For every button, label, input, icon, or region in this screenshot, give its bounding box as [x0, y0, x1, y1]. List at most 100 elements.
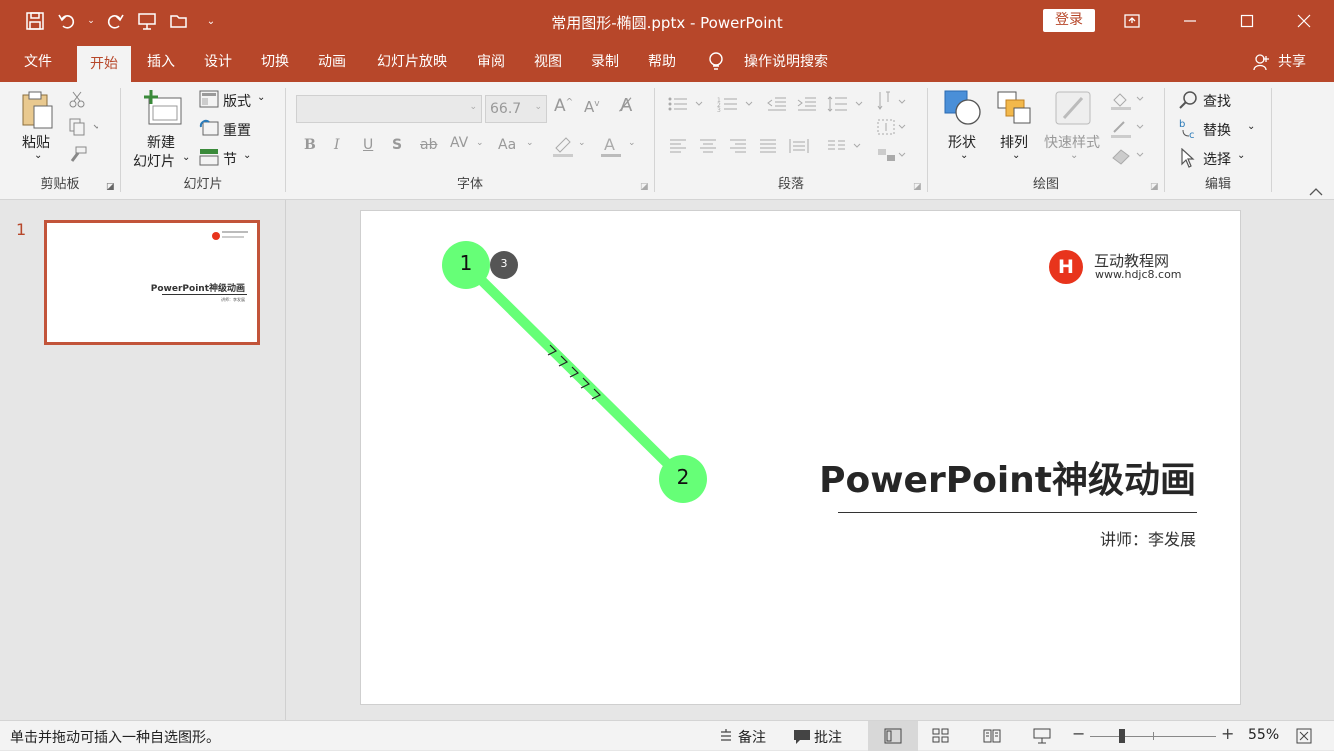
section-icon[interactable]: [199, 148, 219, 170]
justify-icon[interactable]: [759, 138, 777, 158]
tab-transitions[interactable]: 切换: [251, 42, 299, 82]
animation-order-badge[interactable]: 3: [490, 257, 518, 273]
columns-icon[interactable]: [827, 138, 863, 158]
zoom-level[interactable]: 55%: [1248, 727, 1279, 743]
zoom-in-button[interactable]: +: [1221, 724, 1234, 743]
increase-indent-icon[interactable]: [797, 96, 817, 116]
minimize-icon[interactable]: [1162, 0, 1218, 42]
quick-styles-icon[interactable]: [1054, 90, 1092, 130]
zoom-slider[interactable]: [1090, 729, 1216, 743]
tab-help[interactable]: 帮助: [638, 42, 686, 82]
ribbon-display-icon[interactable]: [1104, 0, 1160, 42]
font-color-icon[interactable]: A: [600, 134, 622, 162]
copy-icon[interactable]: [68, 118, 101, 140]
shapes-dropdown-icon[interactable]: ⌄: [960, 150, 968, 161]
arrange-icon[interactable]: [996, 90, 1034, 130]
maximize-icon[interactable]: [1219, 0, 1275, 42]
bullets-icon[interactable]: [667, 96, 703, 116]
distributed-icon[interactable]: [789, 138, 809, 158]
shapes-button[interactable]: 形状: [948, 132, 976, 152]
find-icon[interactable]: [1179, 90, 1199, 114]
paste-button[interactable]: 粘贴: [22, 132, 50, 152]
smartart-icon[interactable]: [877, 146, 907, 168]
font-color-dropdown-icon[interactable]: ⌄: [628, 138, 636, 148]
normal-view-button[interactable]: [868, 721, 918, 751]
reading-view-icon[interactable]: [983, 728, 1001, 748]
new-slide-label-2[interactable]: 幻灯片: [133, 151, 175, 171]
arrange-dropdown-icon[interactable]: ⌄: [1012, 150, 1020, 161]
select-button[interactable]: 选择: [1203, 149, 1231, 169]
arrange-button[interactable]: 排列: [1000, 132, 1028, 152]
shape-fill-icon[interactable]: [1110, 90, 1146, 114]
slide-canvas[interactable]: 1 2 3 H 互动教程网 www.hdjc8.com PowerPoint神级…: [360, 210, 1241, 705]
motion-start-marker[interactable]: 1: [442, 251, 490, 279]
font-name-combo[interactable]: ⌄: [296, 95, 482, 123]
comments-button[interactable]: 批注: [814, 727, 842, 747]
strikethrough-button[interactable]: ab: [420, 137, 437, 153]
new-slide-label-1[interactable]: 新建: [147, 132, 175, 152]
shadow-button[interactable]: S: [392, 137, 402, 153]
align-center-icon[interactable]: [699, 138, 717, 158]
underline-button[interactable]: U: [363, 137, 373, 153]
comments-icon[interactable]: [793, 729, 811, 749]
replace-button[interactable]: 替换: [1203, 120, 1231, 140]
grow-font-icon[interactable]: A^: [554, 96, 573, 116]
paragraph-launcher-icon[interactable]: ◪: [913, 182, 922, 192]
highlight-dropdown-icon[interactable]: ⌄: [578, 138, 586, 148]
numbering-icon[interactable]: 123: [717, 96, 753, 116]
tab-home[interactable]: 开始: [77, 46, 131, 82]
slide-thumbnail[interactable]: PowerPoint神级动画 讲师：李发展: [44, 220, 260, 345]
drawing-launcher-icon[interactable]: ◪: [1150, 182, 1159, 192]
motion-end-marker[interactable]: 2: [659, 465, 707, 493]
align-left-icon[interactable]: [669, 138, 687, 158]
replace-dropdown-icon[interactable]: ⌄: [1247, 121, 1255, 132]
collapse-ribbon-icon[interactable]: [1309, 182, 1323, 201]
font-launcher-icon[interactable]: ◪: [640, 182, 649, 192]
paste-icon[interactable]: [20, 90, 56, 138]
tab-design[interactable]: 设计: [194, 42, 242, 82]
reset-button[interactable]: 重置: [223, 120, 251, 140]
shapes-icon[interactable]: [944, 90, 982, 130]
shape-effects-icon[interactable]: [1110, 146, 1146, 170]
close-icon[interactable]: [1276, 0, 1332, 42]
tab-record[interactable]: 录制: [581, 42, 629, 82]
find-button[interactable]: 查找: [1203, 91, 1231, 111]
line-spacing-icon[interactable]: [827, 96, 863, 116]
fit-to-window-icon[interactable]: [1296, 728, 1312, 748]
slide-title[interactable]: PowerPoint神级动画: [819, 451, 1196, 503]
italic-button[interactable]: I: [334, 137, 340, 153]
login-button[interactable]: 登录: [1043, 9, 1095, 32]
zoom-out-button[interactable]: −: [1072, 724, 1085, 743]
change-case-dropdown-icon[interactable]: ⌄: [526, 138, 534, 148]
clear-format-icon[interactable]: A̸: [620, 95, 632, 116]
char-spacing-dropdown-icon[interactable]: ⌄: [476, 138, 484, 148]
cut-icon[interactable]: [68, 90, 86, 112]
layout-icon[interactable]: [199, 90, 219, 112]
slideshow-view-icon[interactable]: [1033, 728, 1051, 748]
tab-view[interactable]: 视图: [524, 42, 572, 82]
bold-button[interactable]: B: [304, 137, 316, 153]
replace-icon[interactable]: bc: [1179, 118, 1201, 144]
tab-animations[interactable]: 动画: [308, 42, 356, 82]
font-size-combo[interactable]: 66.7 ⌄: [485, 95, 547, 123]
notes-button[interactable]: 备注: [738, 727, 766, 747]
share-button[interactable]: 共享: [1272, 42, 1312, 82]
reset-icon[interactable]: [199, 119, 219, 141]
align-right-icon[interactable]: [729, 138, 747, 158]
clipboard-launcher-icon[interactable]: ◪: [106, 182, 115, 192]
select-cursor-icon[interactable]: [1179, 147, 1197, 172]
tab-insert[interactable]: 插入: [137, 42, 185, 82]
new-slide-icon[interactable]: [143, 90, 183, 130]
shrink-font-icon[interactable]: Av: [584, 98, 600, 116]
tab-slideshow[interactable]: 幻灯片放映: [366, 42, 458, 82]
slide-subtitle[interactable]: 讲师：李发展: [1100, 526, 1196, 550]
layout-button[interactable]: 版式: [223, 91, 251, 111]
decrease-indent-icon[interactable]: [767, 96, 787, 116]
char-spacing-button[interactable]: AV: [450, 135, 468, 151]
tab-file[interactable]: 文件: [14, 42, 62, 82]
select-dropdown-icon[interactable]: ⌄: [1237, 150, 1245, 161]
shape-outline-icon[interactable]: [1110, 118, 1146, 142]
notes-icon[interactable]: [718, 728, 734, 748]
quick-styles-button[interactable]: 快速样式: [1044, 132, 1100, 152]
align-text-icon[interactable]: [877, 118, 907, 140]
